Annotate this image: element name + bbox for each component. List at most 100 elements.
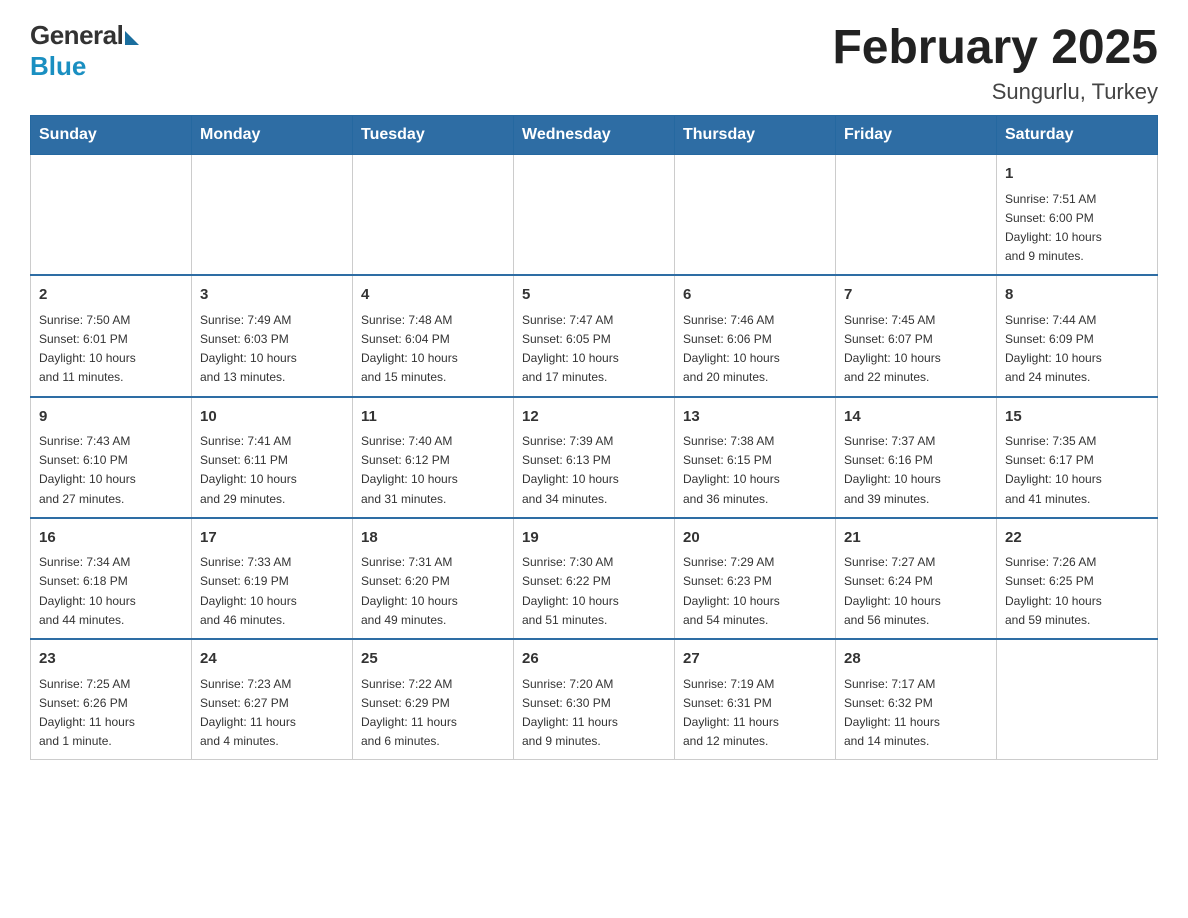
day-number: 17 — [200, 527, 344, 550]
day-info: Sunrise: 7:20 AMSunset: 6:30 PMDaylight:… — [522, 675, 666, 752]
day-number: 8 — [1005, 284, 1149, 307]
day-number: 20 — [683, 527, 827, 550]
day-info: Sunrise: 7:40 AMSunset: 6:12 PMDaylight:… — [361, 432, 505, 509]
day-number: 4 — [361, 284, 505, 307]
header-thursday: Thursday — [675, 116, 836, 155]
day-info: Sunrise: 7:39 AMSunset: 6:13 PMDaylight:… — [522, 432, 666, 509]
logo-general-text: General — [30, 20, 123, 51]
day-info: Sunrise: 7:46 AMSunset: 6:06 PMDaylight:… — [683, 311, 827, 388]
day-number: 27 — [683, 648, 827, 671]
day-number: 14 — [844, 406, 988, 429]
calendar-cell — [192, 155, 353, 276]
calendar-header-row: Sunday Monday Tuesday Wednesday Thursday… — [31, 116, 1158, 155]
day-number: 9 — [39, 406, 183, 429]
calendar-cell: 12 Sunrise: 7:39 AMSunset: 6:13 PMDayligh… — [514, 397, 675, 518]
day-info: Sunrise: 7:33 AMSunset: 6:19 PMDaylight:… — [200, 553, 344, 630]
calendar-cell: 16Sunrise: 7:34 AMSunset: 6:18 PMDayligh… — [31, 518, 192, 639]
calendar-cell: 4 Sunrise: 7:48 AMSunset: 6:04 PMDaylight… — [353, 275, 514, 396]
day-number: 28 — [844, 648, 988, 671]
day-info: Sunrise: 7:23 AMSunset: 6:27 PMDaylight:… — [200, 675, 344, 752]
day-number: 15 — [1005, 406, 1149, 429]
logo-blue-text: Blue — [30, 51, 86, 82]
day-number: 13 — [683, 406, 827, 429]
day-number: 7 — [844, 284, 988, 307]
day-number: 11 — [361, 406, 505, 429]
day-info: Sunrise: 7:35 AMSunset: 6:17 PMDaylight:… — [1005, 432, 1149, 509]
calendar-cell: 22Sunrise: 7:26 AMSunset: 6:25 PMDayligh… — [997, 518, 1158, 639]
day-info: Sunrise: 7:19 AMSunset: 6:31 PMDaylight:… — [683, 675, 827, 752]
calendar-cell: 21Sunrise: 7:27 AMSunset: 6:24 PMDayligh… — [836, 518, 997, 639]
day-number: 1 — [1005, 163, 1149, 186]
calendar-cell: 19 Sunrise: 7:30 AMSunset: 6:22 PMDayligh… — [514, 518, 675, 639]
day-number: 21 — [844, 527, 988, 550]
page-header: General Blue February 2025 Sungurlu, Tur… — [30, 20, 1158, 105]
calendar-week-4: 16Sunrise: 7:34 AMSunset: 6:18 PMDayligh… — [31, 518, 1158, 639]
day-info: Sunrise: 7:41 AMSunset: 6:11 PMDaylight:… — [200, 432, 344, 509]
day-info: Sunrise: 7:34 AMSunset: 6:18 PMDaylight:… — [39, 553, 183, 630]
day-info: Sunrise: 7:47 AMSunset: 6:05 PMDaylight:… — [522, 311, 666, 388]
day-info: Sunrise: 7:44 AMSunset: 6:09 PMDaylight:… — [1005, 311, 1149, 388]
day-info: Sunrise: 7:25 AMSunset: 6:26 PMDaylight:… — [39, 675, 183, 752]
calendar-cell: 17 Sunrise: 7:33 AMSunset: 6:19 PMDayligh… — [192, 518, 353, 639]
title-area: February 2025 Sungurlu, Turkey — [832, 20, 1158, 105]
day-number: 24 — [200, 648, 344, 671]
calendar-table: Sunday Monday Tuesday Wednesday Thursday… — [30, 115, 1158, 760]
calendar-cell: 13Sunrise: 7:38 AMSunset: 6:15 PMDayligh… — [675, 397, 836, 518]
calendar-cell: 10 Sunrise: 7:41 AMSunset: 6:11 PMDayligh… — [192, 397, 353, 518]
calendar-cell: 2 Sunrise: 7:50 AMSunset: 6:01 PMDaylight… — [31, 275, 192, 396]
day-info: Sunrise: 7:17 AMSunset: 6:32 PMDaylight:… — [844, 675, 988, 752]
day-number: 2 — [39, 284, 183, 307]
calendar-cell — [353, 155, 514, 276]
calendar-cell — [675, 155, 836, 276]
calendar-cell: 20Sunrise: 7:29 AMSunset: 6:23 PMDayligh… — [675, 518, 836, 639]
day-number: 10 — [200, 406, 344, 429]
calendar-cell: 24 Sunrise: 7:23 AMSunset: 6:27 PMDayligh… — [192, 639, 353, 760]
header-monday: Monday — [192, 116, 353, 155]
calendar-cell: 6 Sunrise: 7:46 AMSunset: 6:06 PMDaylight… — [675, 275, 836, 396]
day-number: 25 — [361, 648, 505, 671]
calendar-cell — [836, 155, 997, 276]
calendar-cell: 18Sunrise: 7:31 AMSunset: 6:20 PMDayligh… — [353, 518, 514, 639]
day-info: Sunrise: 7:48 AMSunset: 6:04 PMDaylight:… — [361, 311, 505, 388]
day-info: Sunrise: 7:37 AMSunset: 6:16 PMDaylight:… — [844, 432, 988, 509]
day-info: Sunrise: 7:31 AMSunset: 6:20 PMDaylight:… — [361, 553, 505, 630]
logo: General Blue — [30, 20, 139, 82]
header-wednesday: Wednesday — [514, 116, 675, 155]
header-friday: Friday — [836, 116, 997, 155]
day-number: 19 — [522, 527, 666, 550]
day-info: Sunrise: 7:50 AMSunset: 6:01 PMDaylight:… — [39, 311, 183, 388]
calendar-week-3: 9 Sunrise: 7:43 AMSunset: 6:10 PMDaylight… — [31, 397, 1158, 518]
day-number: 5 — [522, 284, 666, 307]
day-info: Sunrise: 7:51 AMSunset: 6:00 PMDaylight:… — [1005, 190, 1149, 267]
calendar-cell: 11 Sunrise: 7:40 AMSunset: 6:12 PMDayligh… — [353, 397, 514, 518]
calendar-cell: 8 Sunrise: 7:44 AMSunset: 6:09 PMDaylight… — [997, 275, 1158, 396]
day-info: Sunrise: 7:30 AMSunset: 6:22 PMDaylight:… — [522, 553, 666, 630]
header-saturday: Saturday — [997, 116, 1158, 155]
logo-arrow-icon — [125, 31, 139, 45]
calendar-week-2: 2 Sunrise: 7:50 AMSunset: 6:01 PMDaylight… — [31, 275, 1158, 396]
calendar-cell: 9 Sunrise: 7:43 AMSunset: 6:10 PMDaylight… — [31, 397, 192, 518]
calendar-cell: 1 Sunrise: 7:51 AMSunset: 6:00 PMDaylight… — [997, 155, 1158, 276]
day-number: 6 — [683, 284, 827, 307]
calendar-cell: 27 Sunrise: 7:19 AMSunset: 6:31 PMDayligh… — [675, 639, 836, 760]
calendar-cell: 3Sunrise: 7:49 AMSunset: 6:03 PMDaylight… — [192, 275, 353, 396]
calendar-cell: 23 Sunrise: 7:25 AMSunset: 6:26 PMDayligh… — [31, 639, 192, 760]
calendar-cell — [997, 639, 1158, 760]
calendar-cell: 15 Sunrise: 7:35 AMSunset: 6:17 PMDayligh… — [997, 397, 1158, 518]
calendar-cell: 26Sunrise: 7:20 AMSunset: 6:30 PMDayligh… — [514, 639, 675, 760]
calendar-cell: 5 Sunrise: 7:47 AMSunset: 6:05 PMDaylight… — [514, 275, 675, 396]
calendar-cell: 14 Sunrise: 7:37 AMSunset: 6:16 PMDayligh… — [836, 397, 997, 518]
day-info: Sunrise: 7:43 AMSunset: 6:10 PMDaylight:… — [39, 432, 183, 509]
header-sunday: Sunday — [31, 116, 192, 155]
day-info: Sunrise: 7:22 AMSunset: 6:29 PMDaylight:… — [361, 675, 505, 752]
day-number: 23 — [39, 648, 183, 671]
day-number: 12 — [522, 406, 666, 429]
calendar-week-1: 1 Sunrise: 7:51 AMSunset: 6:00 PMDaylight… — [31, 155, 1158, 276]
page-subtitle: Sungurlu, Turkey — [832, 79, 1158, 105]
calendar-cell: 25 Sunrise: 7:22 AMSunset: 6:29 PMDayligh… — [353, 639, 514, 760]
header-tuesday: Tuesday — [353, 116, 514, 155]
calendar-cell: 7Sunrise: 7:45 AMSunset: 6:07 PMDaylight… — [836, 275, 997, 396]
calendar-cell — [31, 155, 192, 276]
day-number: 3 — [200, 284, 344, 307]
calendar-cell: 28 Sunrise: 7:17 AMSunset: 6:32 PMDayligh… — [836, 639, 997, 760]
